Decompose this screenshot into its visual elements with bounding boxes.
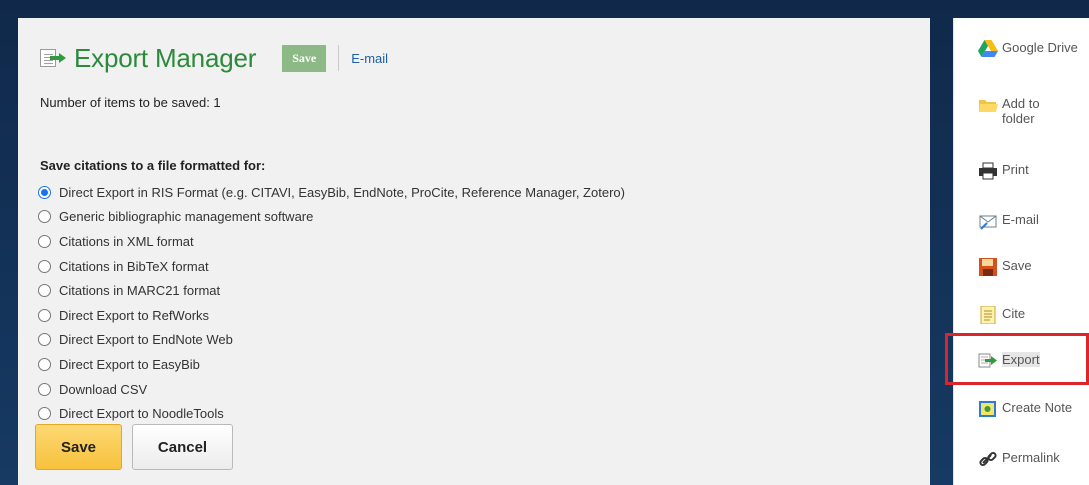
radio-button-selected[interactable]: [38, 185, 51, 199]
link-icon: [978, 450, 998, 468]
format-option[interactable]: Download CSV: [38, 377, 625, 402]
format-section-label: Save citations to a file formatted for:: [40, 158, 266, 173]
email-icon: [978, 212, 998, 230]
sidebar-item-cite[interactable]: Cite: [978, 305, 1026, 325]
export-highlight-box: [945, 333, 1089, 385]
format-option[interactable]: Direct Export in RIS Format (e.g. CITAVI…: [38, 180, 625, 205]
cancel-button[interactable]: Cancel: [132, 424, 233, 470]
format-option[interactable]: Citations in BibTeX format: [38, 254, 625, 279]
print-icon: [978, 162, 998, 180]
sidebar-label: Create Note: [1002, 400, 1073, 415]
note-icon: [978, 400, 998, 418]
sidebar-label: Google Drive: [1002, 40, 1078, 55]
radio-button[interactable]: [38, 210, 51, 224]
option-label: Direct Export to EndNote Web: [59, 332, 233, 348]
export-manager-panel: Export Manager Save E-mail Number of ite…: [18, 18, 930, 485]
radio-button[interactable]: [38, 333, 51, 347]
export-icon: [38, 47, 68, 69]
sidebar-item-permalink[interactable]: Permalink: [978, 450, 1060, 468]
option-label: Download CSV: [59, 381, 148, 397]
google-drive-icon: [978, 40, 998, 58]
option-label: Direct Export to NoodleTools: [59, 406, 224, 422]
option-label: Direct Export to RefWorks: [59, 307, 210, 323]
option-label: Generic bibliographic management softwar…: [59, 209, 314, 225]
export-manager-header: Export Manager Save E-mail: [38, 41, 388, 75]
sidebar-item-create-note[interactable]: Create Note: [978, 400, 1072, 418]
format-option[interactable]: Direct Export to NoodleTools: [38, 401, 625, 426]
radio-button[interactable]: [38, 357, 51, 371]
header-divider: [338, 45, 340, 71]
radio-button[interactable]: [38, 284, 51, 298]
sidebar-label: Cite: [1002, 306, 1026, 321]
cite-icon: [978, 305, 998, 325]
sidebar-item-email[interactable]: E-mail: [978, 212, 1039, 230]
format-option[interactable]: Citations in MARC21 format: [38, 278, 625, 303]
radio-button[interactable]: [38, 308, 51, 322]
save-disk-icon: [978, 258, 998, 276]
option-label: Direct Export in RIS Format (e.g. CITAVI…: [59, 184, 625, 200]
sidebar-label: Print: [1002, 162, 1029, 177]
tools-sidebar: Google Drive Add to folder Print E-mail …: [953, 18, 1089, 485]
sidebar-label: Permalink: [1002, 450, 1060, 465]
sidebar-label: Save: [1002, 258, 1032, 273]
format-option[interactable]: Generic bibliographic management softwar…: [38, 205, 625, 230]
option-label: Citations in XML format: [59, 233, 194, 249]
radio-button[interactable]: [38, 259, 51, 273]
form-actions: Save Cancel: [35, 424, 233, 470]
save-button-header[interactable]: Save: [282, 44, 327, 72]
radio-button[interactable]: [38, 382, 51, 396]
option-label: Citations in BibTeX format: [59, 258, 209, 274]
items-count: Number of items to be saved: 1: [40, 95, 221, 110]
sidebar-item-add-to-folder[interactable]: Add to folder: [978, 96, 1062, 126]
sidebar-label: Add to folder: [1002, 96, 1040, 126]
option-label: Citations in MARC21 format: [59, 283, 221, 299]
format-option[interactable]: Direct Export to RefWorks: [38, 303, 625, 328]
radio-button[interactable]: [38, 407, 51, 421]
sidebar-item-google-drive[interactable]: Google Drive: [978, 40, 1089, 58]
email-link[interactable]: E-mail: [351, 51, 388, 66]
radio-button[interactable]: [38, 234, 51, 248]
sidebar-item-save[interactable]: Save: [978, 258, 1032, 276]
page-title: Export Manager: [74, 42, 257, 73]
sidebar-label: E-mail: [1002, 212, 1039, 227]
save-button[interactable]: Save: [35, 424, 122, 470]
sidebar-item-print[interactable]: Print: [978, 162, 1029, 180]
format-option[interactable]: Direct Export to EasyBib: [38, 352, 625, 377]
folder-icon: [978, 96, 998, 114]
option-label: Direct Export to EasyBib: [59, 356, 200, 372]
format-option[interactable]: Direct Export to EndNote Web: [38, 328, 625, 353]
format-option[interactable]: Citations in XML format: [38, 229, 625, 254]
format-options-list: Direct Export in RIS Format (e.g. CITAVI…: [38, 180, 625, 426]
